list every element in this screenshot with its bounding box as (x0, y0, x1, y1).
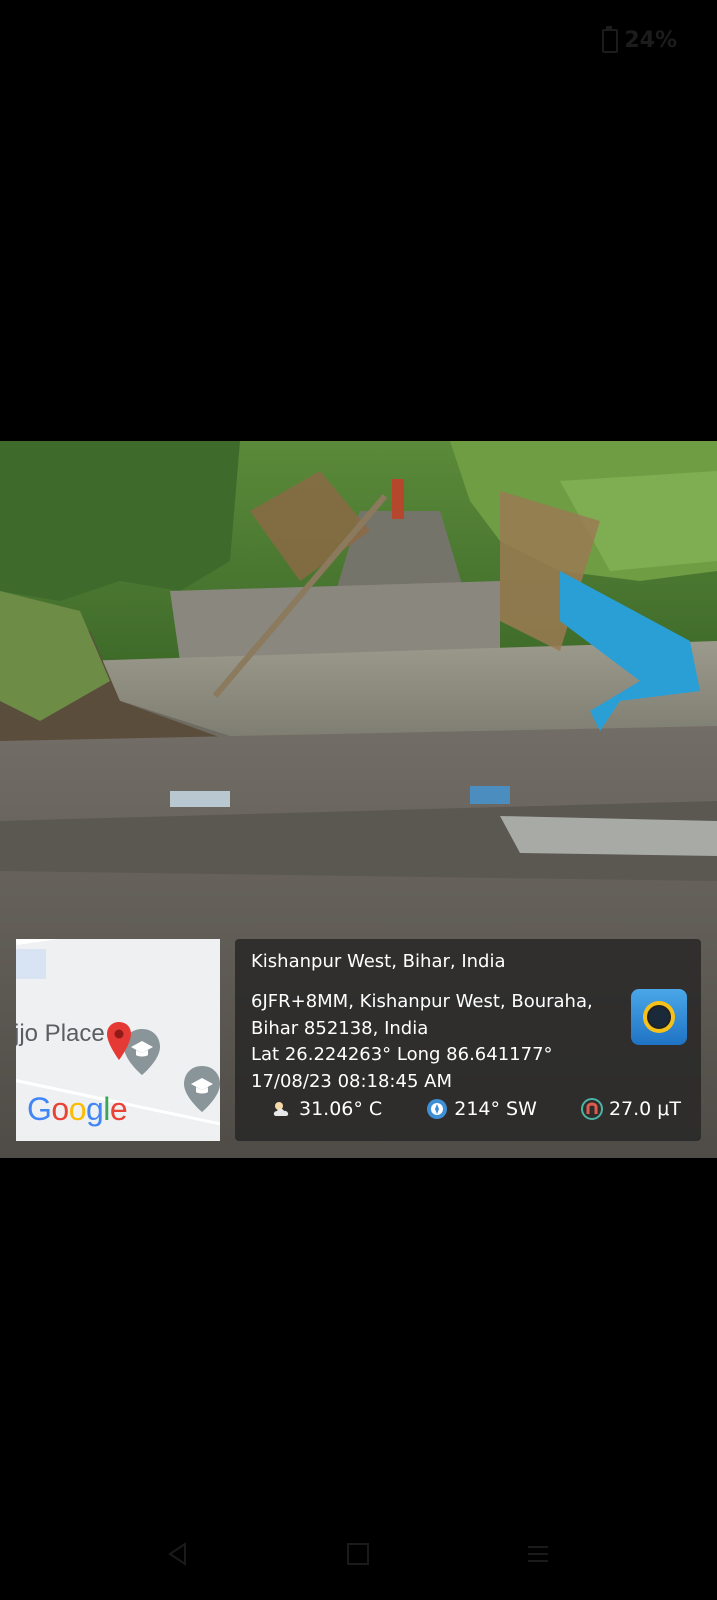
map-place-label: jjo Place (16, 1020, 105, 1047)
home-button[interactable] (338, 1534, 378, 1574)
compass-icon (426, 1098, 448, 1120)
magnetic-value: 27.0 μT (608, 1098, 681, 1120)
recents-button[interactable] (518, 1534, 558, 1574)
map-area (16, 949, 46, 979)
temperature-metric: 31.06° C (271, 1098, 382, 1120)
geo-info-panel: Kishanpur West, Bihar, India 6JFR+8MM, K… (235, 939, 701, 1141)
sensor-metrics: 31.06° C 214° SW 27.0 μT (271, 1098, 681, 1120)
recents-icon (528, 1546, 548, 1562)
wind-metric: 214° SW (426, 1098, 537, 1120)
datetime: 17/08/23 08:18:45 AM (251, 1070, 452, 1092)
location-title: Kishanpur West, Bihar, India (251, 951, 506, 972)
location-pin-icon (106, 1021, 132, 1066)
address-line-1: 6JFR+8MM, Kishanpur West, Bouraha, (251, 991, 593, 1012)
back-button[interactable] (158, 1534, 198, 1574)
address-line-2: Bihar 852138, India (251, 1017, 429, 1039)
weather-icon (271, 1098, 293, 1120)
temperature-value: 31.06° C (299, 1098, 383, 1120)
magnet-icon (580, 1098, 603, 1120)
navigation-bar (0, 1534, 717, 1574)
battery-percent: 24% (624, 28, 677, 53)
battery-icon (602, 25, 619, 53)
back-icon (168, 1542, 186, 1566)
home-icon (347, 1543, 369, 1565)
gps-camera-app-icon[interactable] (631, 989, 687, 1045)
wind-value: 214° SW (454, 1098, 537, 1120)
magnetic-metric: 27.0 μT (580, 1098, 681, 1120)
google-logo: Google (27, 1091, 128, 1127)
school-poi-icon (182, 1064, 220, 1119)
coordinates: Lat 26.224263° Long 86.641177° (251, 1044, 553, 1065)
location-details: 6JFR+8MM, Kishanpur West, Bouraha, Bihar… (251, 989, 593, 1095)
map-thumbnail[interactable]: jjo Place Google (16, 939, 220, 1141)
status-bar: 24% (602, 25, 677, 53)
map-road (16, 939, 219, 945)
